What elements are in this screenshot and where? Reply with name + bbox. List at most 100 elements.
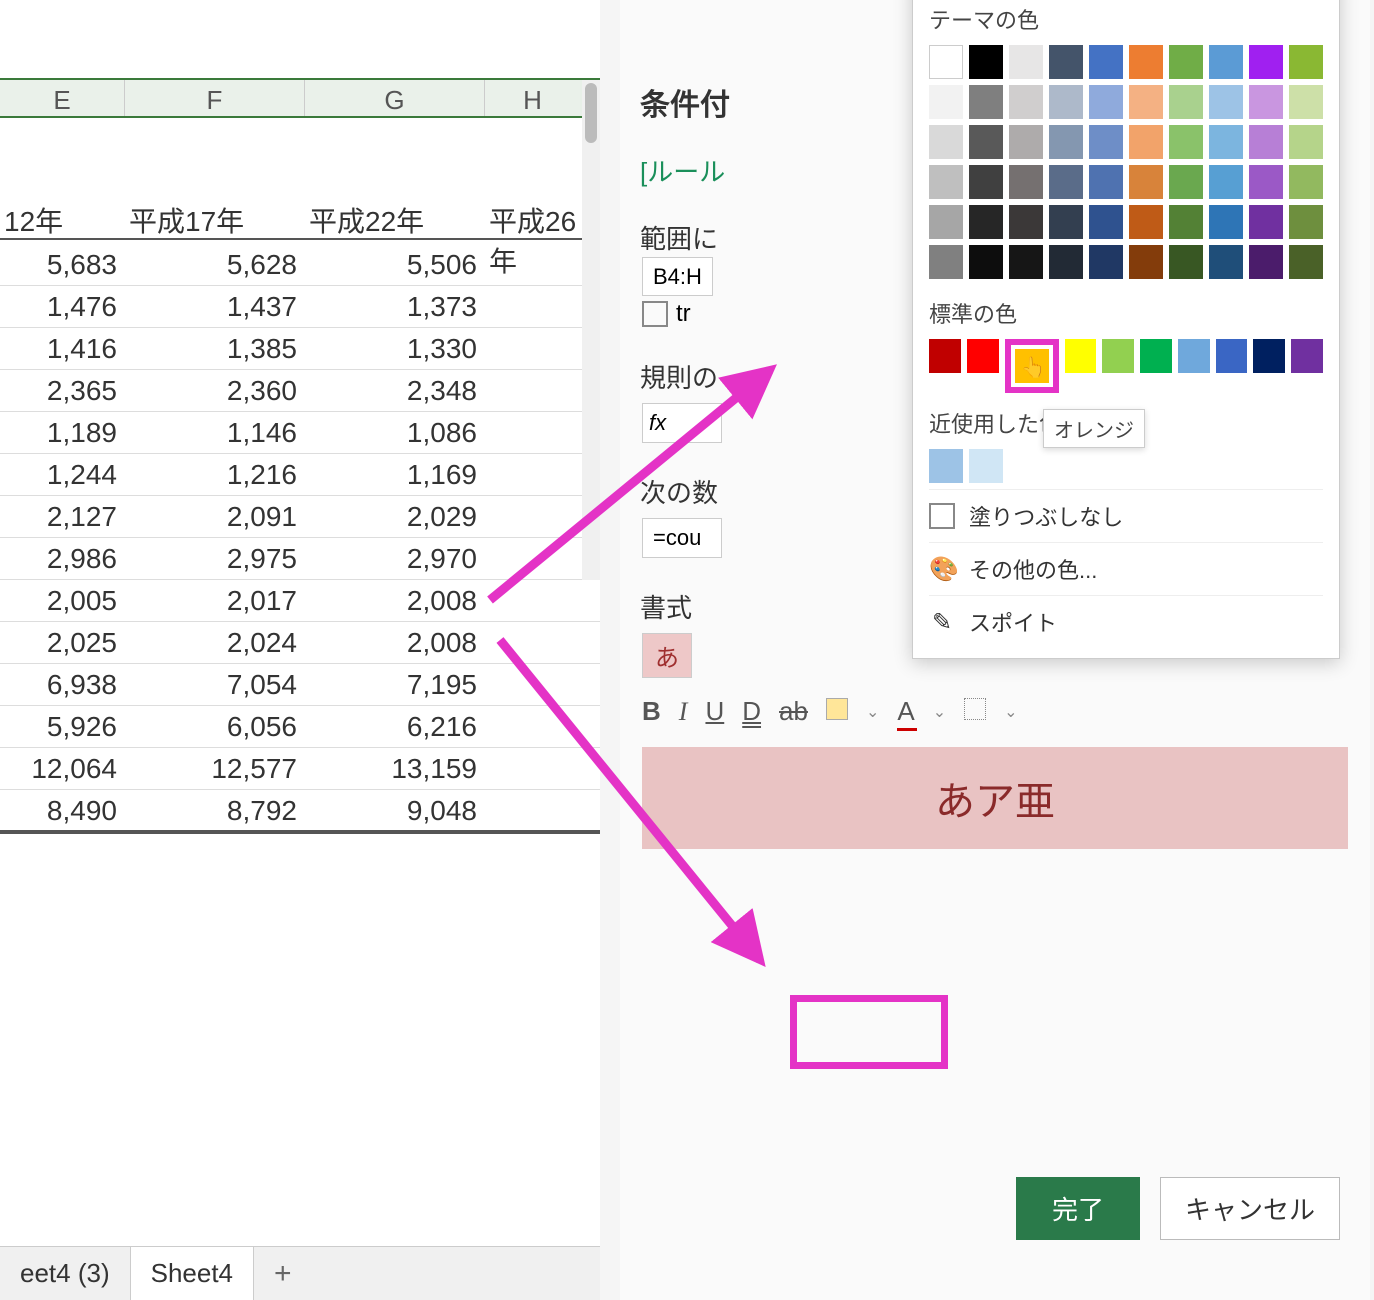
color-swatch[interactable] [1169,165,1203,199]
color-swatch[interactable] [1140,339,1172,373]
color-swatch[interactable] [1009,165,1043,199]
cell[interactable]: 2,024 [125,622,305,663]
color-swatch[interactable] [929,85,963,119]
fill-color-button[interactable] [826,696,848,727]
cell[interactable] [485,790,580,830]
more-colors-option[interactable]: 🎨 その他の色... [929,542,1323,595]
color-swatch[interactable] [1249,45,1283,79]
color-swatch[interactable] [1291,339,1323,373]
color-swatch[interactable] [1009,45,1043,79]
color-swatch[interactable] [1289,125,1323,159]
cell[interactable]: 1,086 [305,412,485,453]
color-swatch[interactable] [1169,245,1203,279]
color-swatch[interactable] [1178,339,1210,373]
no-fill-option[interactable]: 塗りつぶしなし [929,489,1323,542]
color-swatch[interactable] [1169,125,1203,159]
color-swatch[interactable] [1169,205,1203,239]
color-swatch[interactable] [1089,85,1123,119]
format-preview-small[interactable]: あ [642,633,692,678]
add-sheet-button[interactable]: + [254,1257,312,1291]
cell[interactable]: 5,683 [0,244,125,285]
color-swatch[interactable] [1209,45,1243,79]
color-swatch[interactable] [1249,205,1283,239]
strikethrough-button[interactable]: ab [779,696,808,727]
cell[interactable]: 8,792 [125,790,305,830]
cell[interactable]: 1,385 [125,328,305,369]
color-swatch[interactable] [929,339,961,373]
color-swatch[interactable] [1009,125,1043,159]
fx-input[interactable]: fx [642,403,722,443]
eyedropper-option[interactable]: ✎ スポイト [929,595,1323,648]
cell[interactable]: 5,628 [125,244,305,285]
color-swatch[interactable] [1009,205,1043,239]
color-swatch[interactable] [1102,339,1134,373]
color-swatch[interactable] [969,85,1003,119]
color-swatch[interactable] [1129,205,1163,239]
cell[interactable]: 8,490 [0,790,125,830]
color-swatch[interactable] [1129,125,1163,159]
color-swatch[interactable] [1089,45,1123,79]
color-swatch[interactable] [1209,85,1243,119]
border-button[interactable] [964,696,986,727]
color-swatch-orange[interactable]: 👆 [1015,349,1049,383]
checkbox-icon[interactable] [642,301,668,327]
double-underline-button[interactable]: D [742,696,761,727]
cell[interactable]: 2,360 [125,370,305,411]
cell[interactable]: 2,348 [305,370,485,411]
cell[interactable]: 12,577 [125,748,305,789]
color-swatch[interactable] [1209,205,1243,239]
year-E[interactable]: 12年 [0,200,125,238]
color-swatch[interactable] [1209,245,1243,279]
color-swatch[interactable] [1253,339,1285,373]
fill-color-chevron-icon[interactable]: ⌄ [866,702,879,722]
cell[interactable]: 2,008 [305,622,485,663]
cell[interactable] [485,622,580,663]
color-swatch[interactable] [1129,45,1163,79]
color-swatch[interactable] [929,245,963,279]
cell[interactable]: 6,056 [125,706,305,747]
color-swatch[interactable] [1049,205,1083,239]
done-button[interactable]: 完了 [1016,1177,1140,1240]
color-swatch[interactable] [969,245,1003,279]
color-swatch[interactable] [1289,85,1323,119]
col-header-H[interactable]: H [485,80,580,116]
cell[interactable] [485,454,580,495]
color-swatch[interactable] [1249,245,1283,279]
cell[interactable]: 1,330 [305,328,485,369]
vertical-scrollbar[interactable] [582,80,600,580]
cell[interactable]: 2,127 [0,496,125,537]
cell[interactable]: 1,216 [125,454,305,495]
cell[interactable]: 1,416 [0,328,125,369]
cell[interactable] [485,580,580,621]
color-swatch[interactable] [1089,205,1123,239]
color-swatch[interactable] [1209,165,1243,199]
cell[interactable]: 2,986 [0,538,125,579]
cell[interactable]: 12,064 [0,748,125,789]
col-header-E[interactable]: E [0,80,125,116]
year-G[interactable]: 平成22年 [305,200,485,238]
italic-button[interactable]: I [679,697,688,727]
cell[interactable]: 2,970 [305,538,485,579]
cell[interactable] [485,748,580,789]
font-color-button[interactable]: A [897,696,914,727]
color-swatch[interactable] [1065,339,1097,373]
cell[interactable]: 2,091 [125,496,305,537]
color-swatch[interactable] [929,125,963,159]
cell[interactable] [485,286,580,327]
col-header-G[interactable]: G [305,80,485,116]
cell[interactable] [485,370,580,411]
color-swatch[interactable] [1209,125,1243,159]
color-swatch[interactable] [1249,85,1283,119]
color-swatch[interactable] [1009,245,1043,279]
cell[interactable] [485,328,580,369]
color-swatch[interactable] [969,125,1003,159]
tab-sheet4[interactable]: Sheet4 [131,1247,254,1300]
color-swatch[interactable] [1169,45,1203,79]
color-swatch[interactable] [1049,245,1083,279]
color-swatch[interactable] [1289,245,1323,279]
cell[interactable]: 2,005 [0,580,125,621]
color-swatch[interactable] [1089,165,1123,199]
color-swatch[interactable] [1049,85,1083,119]
cell[interactable]: 13,159 [305,748,485,789]
color-swatch[interactable] [969,449,1003,483]
